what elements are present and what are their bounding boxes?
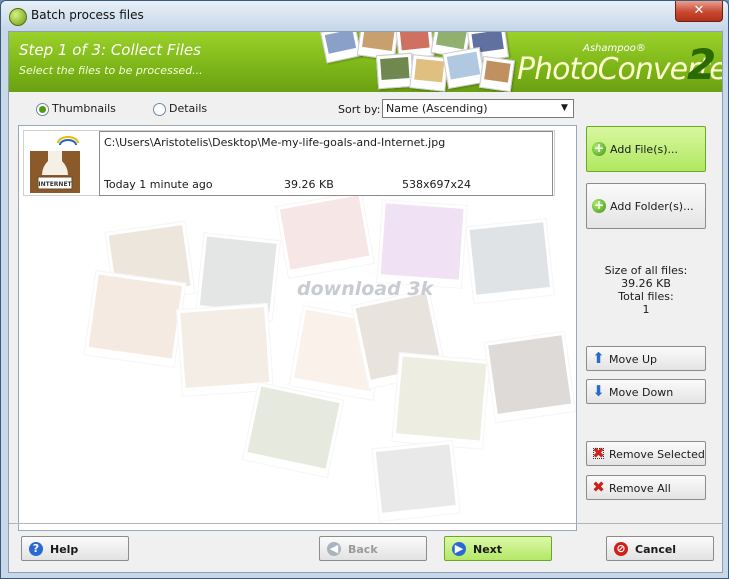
help-button[interactable]: ? Help	[21, 536, 129, 561]
window-title: Batch process files	[31, 8, 144, 22]
arrow-up-icon: ⬆	[592, 349, 605, 367]
next-label: Next	[473, 543, 503, 556]
dropdown-arrow-icon[interactable]: ▼	[556, 100, 573, 117]
add-icon: +	[592, 198, 606, 213]
file-date: Today 1 minute ago	[104, 178, 213, 191]
back-label: Back	[348, 543, 378, 556]
brand-version: 2	[687, 40, 717, 89]
details-radio[interactable]	[153, 103, 166, 116]
total-size-value: 39.26 KB	[621, 277, 671, 290]
file-path: C:\Users\Aristotelis\Desktop\Me-my-life-…	[104, 136, 446, 149]
help-label: Help	[50, 543, 79, 556]
total-files-value: 1	[642, 303, 650, 316]
remove-icon: ✖	[592, 478, 605, 496]
step-title: Step 1 of 3: Collect Files	[19, 41, 201, 59]
sort-selected-value: Name (Ascending)	[386, 102, 488, 115]
remove-selected-button[interactable]: ✖ Remove Selected	[586, 441, 706, 466]
add-folder-label: Add Folder(s)...	[610, 200, 694, 213]
watermark-text: download 3k	[297, 278, 434, 300]
footer-divider	[9, 523, 722, 524]
file-thumbnail: INTERNET	[28, 133, 94, 193]
total-size-label: Size of all files:	[604, 264, 688, 277]
header-photo-collage	[319, 32, 519, 92]
add-icon: +	[592, 141, 606, 156]
help-icon: ?	[29, 542, 43, 556]
file-stats: Size of all files: 39.26 KB Total files:…	[586, 264, 706, 316]
back-button[interactable]: ◀ Back	[319, 536, 427, 561]
remove-icon: ✖	[592, 444, 605, 462]
file-details: C:\Users\Aristotelis\Desktop\Me-my-life-…	[99, 131, 553, 196]
file-dimensions: 538x697x24	[402, 178, 472, 191]
move-down-button[interactable]: ⬇ Move Down	[586, 379, 706, 404]
add-files-button[interactable]: + Add File(s)...	[586, 126, 706, 172]
next-icon: ▶	[452, 542, 466, 556]
move-up-button[interactable]: ⬆ Move Up	[586, 346, 706, 371]
step-header: Step 1 of 3: Collect Files Select the fi…	[9, 32, 722, 92]
close-button[interactable]: ✕	[675, 1, 723, 22]
move-down-label: Move Down	[609, 386, 674, 399]
add-folder-button[interactable]: + Add Folder(s)...	[586, 183, 706, 229]
total-files-label: Total files:	[618, 290, 674, 303]
add-files-label: Add File(s)...	[610, 143, 679, 156]
file-item[interactable]: INTERNET C:\Users\Aristotelis\Desktop\Me…	[23, 130, 555, 196]
app-icon	[9, 8, 27, 26]
sort-by-dropdown[interactable]: Name (Ascending) ▼	[382, 99, 574, 118]
cancel-button[interactable]: ⊘ Cancel	[606, 536, 714, 561]
file-size: 39.26 KB	[284, 178, 334, 191]
cancel-label: Cancel	[635, 543, 677, 556]
thumbnail-caption: INTERNET	[38, 181, 72, 188]
title-bar[interactable]: Batch process files ✕	[1, 1, 728, 31]
step-subtitle: Select the files to be processed...	[19, 64, 203, 77]
dialog-client: Step 1 of 3: Collect Files Select the fi…	[8, 31, 723, 573]
remove-all-button[interactable]: ✖ Remove All	[586, 475, 706, 500]
thumbnails-radio[interactable]	[36, 103, 49, 116]
back-icon: ◀	[327, 542, 341, 556]
next-button[interactable]: ▶ Next	[444, 536, 552, 561]
sort-by-label: Sort by:	[338, 103, 381, 116]
details-label: Details	[169, 102, 208, 115]
remove-selected-label: Remove Selected	[609, 448, 705, 461]
cancel-icon: ⊘	[614, 542, 628, 556]
arrow-down-icon: ⬇	[592, 382, 605, 400]
thumbnails-label: Thumbnails	[52, 102, 116, 115]
file-list[interactable]: download 3k INTERNET C:\Users\Aristoteli…	[18, 125, 577, 531]
move-up-label: Move Up	[609, 353, 658, 366]
remove-all-label: Remove All	[609, 482, 671, 495]
batch-process-window: Batch process files ✕ Step 1 of 3: Colle…	[0, 0, 729, 579]
